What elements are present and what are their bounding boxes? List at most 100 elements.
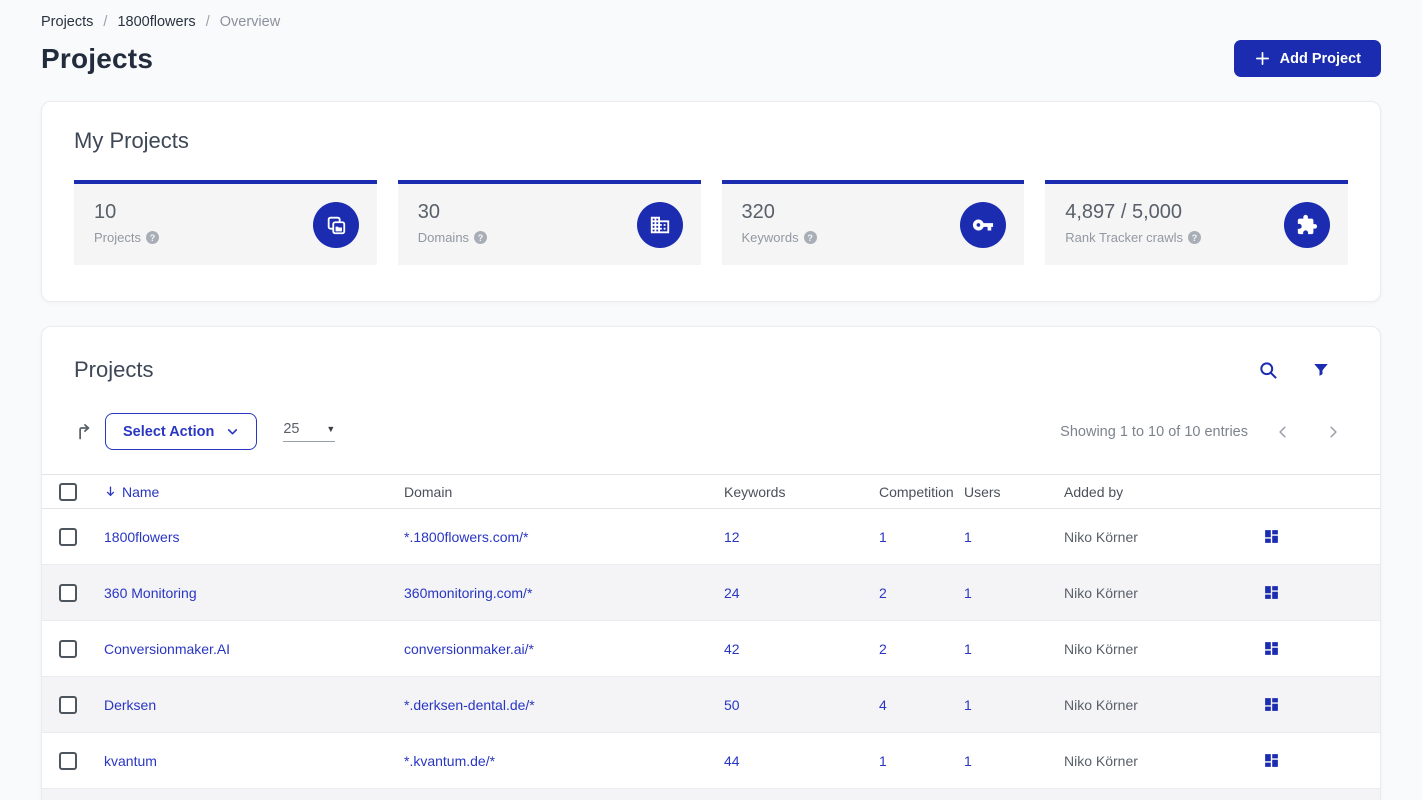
table-row: 360 Monitoring 360monitoring.com/* 24 2 … [42, 565, 1380, 621]
project-keywords-link[interactable]: 24 [724, 585, 879, 601]
chevron-right-icon [1326, 425, 1340, 439]
sort-down-arrow-icon [104, 485, 117, 498]
plus-icon [1254, 50, 1271, 67]
dashboard-icon [1263, 752, 1280, 769]
stat-card-rank-tracker-crawls[interactable]: 4,897 / 5,000 Rank Tracker crawls ? [1045, 180, 1348, 265]
help-icon[interactable]: ? [474, 231, 488, 244]
breadcrumb-1800flowers[interactable]: 1800flowers [117, 14, 195, 30]
select-all-checkbox[interactable] [59, 482, 77, 501]
column-header-competition[interactable]: Competition [879, 484, 964, 500]
breadcrumb-separator: / [103, 14, 108, 30]
row-checkbox[interactable] [59, 639, 77, 658]
project-name-link[interactable]: 1800flowers [104, 529, 404, 545]
project-name-link[interactable]: kvantum [104, 753, 404, 769]
project-competition-link[interactable]: 1 [879, 753, 964, 769]
project-competition-link[interactable]: 2 [879, 585, 964, 601]
added-by-value: Niko Körner [1064, 640, 1138, 657]
project-users-link[interactable]: 1 [964, 753, 1064, 769]
stat-card-domains[interactable]: 30 Domains ? [397, 180, 701, 265]
breadcrumb-projects[interactable]: Projects [41, 14, 93, 30]
page-size-select[interactable]: 25 ▼ [283, 421, 336, 442]
search-icon [1258, 360, 1278, 380]
project-dashboard-button[interactable] [1263, 752, 1280, 769]
page: Projects / 1800flowers / Overview Projec… [0, 0, 1422, 800]
filter-button[interactable] [1310, 359, 1332, 381]
table-body: 1800flowers *.1800flowers.com/* 12 1 1 N… [42, 509, 1380, 789]
added-by-value: Niko Körner [1064, 528, 1138, 545]
stat-label: Keywords [741, 230, 799, 245]
my-projects-title: My Projects [74, 128, 189, 153]
column-header-added-by[interactable]: Added by [1064, 484, 1263, 500]
filter-funnel-icon [1312, 361, 1330, 379]
project-keywords-link[interactable]: 50 [724, 697, 879, 713]
dashboard-icon [1263, 696, 1280, 713]
project-users-link[interactable]: 1 [964, 529, 1064, 545]
project-keywords-link[interactable]: 42 [724, 641, 879, 657]
dashboard-icon [1263, 640, 1280, 657]
project-name-link[interactable]: 360 Monitoring [104, 585, 404, 601]
showing-entries-text: Showing 1 to 10 of 10 entries [1060, 423, 1248, 440]
project-competition-link[interactable]: 4 [879, 697, 964, 713]
project-users-link[interactable]: 1 [964, 641, 1064, 657]
page-size-value: 25 [283, 421, 300, 437]
project-domain-link[interactable]: *.1800flowers.com/* [404, 529, 724, 545]
column-header-keywords[interactable]: Keywords [724, 484, 879, 500]
export-arrow-icon [74, 421, 95, 442]
table-row: Conversionmaker.AI conversionmaker.ai/* … [42, 621, 1380, 677]
help-icon[interactable]: ? [803, 231, 817, 244]
project-domain-link[interactable]: *.kvantum.de/* [404, 753, 724, 769]
project-domain-link[interactable]: *.derksen-dental.de/* [404, 697, 724, 713]
project-competition-link[interactable]: 2 [879, 641, 964, 657]
projects-table-panel: Projects Select Action 25 ▼ Showing 1 to… [41, 326, 1381, 800]
pagination [1276, 425, 1348, 439]
breadcrumb: Projects / 1800flowers / Overview [41, 0, 1381, 30]
stat-label: Domains [417, 230, 470, 245]
column-header-users[interactable]: Users [964, 484, 1064, 500]
table-row: Derksen *.derksen-dental.de/* 50 4 1 Nik… [42, 677, 1380, 733]
help-icon[interactable]: ? [1188, 231, 1201, 244]
column-header-domain[interactable]: Domain [404, 484, 724, 500]
add-project-button[interactable]: Add Project [1233, 40, 1381, 77]
select-action-dropdown[interactable]: Select Action [105, 413, 258, 450]
export-button[interactable] [74, 421, 95, 442]
project-users-link[interactable]: 1 [964, 585, 1064, 601]
project-dashboard-button[interactable] [1263, 696, 1280, 713]
next-page-button[interactable] [1326, 425, 1340, 439]
puzzle-icon [1284, 201, 1330, 248]
stat-label: Projects [94, 230, 141, 245]
breadcrumb-overview: Overview [219, 14, 281, 30]
row-checkbox[interactable] [59, 583, 77, 602]
row-checkbox[interactable] [59, 751, 77, 770]
building-icon [636, 201, 683, 248]
project-name-link[interactable]: Conversionmaker.AI [104, 641, 404, 657]
project-users-link[interactable]: 1 [964, 697, 1064, 713]
project-keywords-link[interactable]: 44 [724, 753, 879, 769]
help-icon[interactable]: ? [145, 231, 159, 244]
project-domain-link[interactable]: conversionmaker.ai/* [404, 641, 724, 657]
row-checkbox[interactable] [59, 527, 77, 546]
chevron-down-icon [226, 425, 239, 438]
prev-page-button[interactable] [1276, 425, 1290, 439]
select-action-label: Select Action [123, 423, 215, 440]
project-keywords-link[interactable]: 12 [724, 529, 879, 545]
stat-card-projects[interactable]: 10 Projects ? [74, 180, 377, 265]
project-dashboard-button[interactable] [1263, 584, 1280, 601]
project-dashboard-button[interactable] [1263, 528, 1280, 545]
projects-copy-icon [312, 201, 359, 248]
dashboard-icon [1263, 528, 1280, 545]
row-checkbox[interactable] [59, 695, 77, 714]
project-name-link[interactable]: Derksen [104, 697, 404, 713]
added-by-value: Niko Körner [1064, 752, 1138, 769]
column-header-name[interactable]: Name [104, 484, 404, 500]
project-dashboard-button[interactable] [1263, 640, 1280, 657]
search-button[interactable] [1256, 358, 1280, 382]
add-project-label: Add Project [1279, 50, 1361, 67]
project-domain-link[interactable]: 360monitoring.com/* [404, 585, 724, 601]
projects-table-title: Projects [74, 357, 154, 382]
project-competition-link[interactable]: 1 [879, 529, 964, 545]
breadcrumb-separator: / [205, 14, 210, 30]
key-icon [960, 201, 1007, 248]
my-projects-panel: My Projects 10 Projects ? 30 Domains ? 3… [41, 101, 1381, 302]
stat-card-keywords[interactable]: 320 Keywords ? [721, 180, 1025, 265]
table-header-row: Name Domain Keywords Competition Users A… [42, 474, 1380, 509]
